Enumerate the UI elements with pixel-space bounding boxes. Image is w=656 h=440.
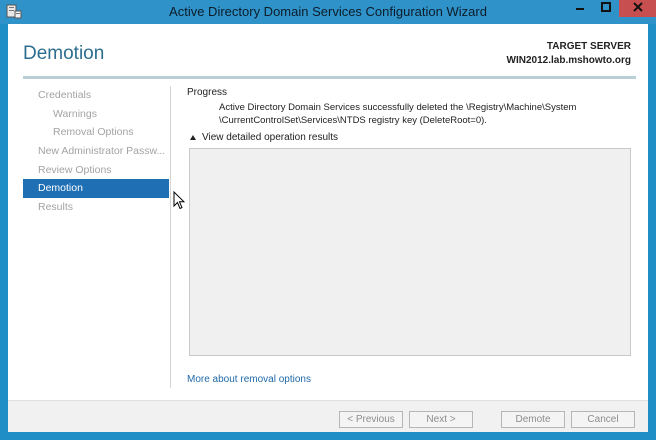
more-about-removal-link[interactable]: More about removal options xyxy=(187,374,311,385)
nav-item-credentials[interactable]: Credentials xyxy=(23,86,169,105)
title-bar[interactable]: Active Directory Domain Services Configu… xyxy=(0,0,656,24)
header-divider xyxy=(23,76,636,79)
progress-message-line1: Active Directory Domain Services success… xyxy=(219,102,577,113)
target-server-label: TARGET SERVER xyxy=(546,41,631,52)
close-button[interactable] xyxy=(619,0,656,17)
wizard-nav: Credentials Warnings Removal Options New… xyxy=(23,86,169,217)
mouse-pointer-icon xyxy=(173,190,186,210)
nav-item-new-admin-password[interactable]: New Administrator Passw... xyxy=(23,142,169,161)
wizard-footer: < Previous Next > Demote Cancel xyxy=(8,400,648,432)
nav-item-results[interactable]: Results xyxy=(23,198,169,217)
page-title: Demotion xyxy=(23,43,105,64)
nav-item-removal-options[interactable]: Removal Options xyxy=(23,123,169,142)
nav-divider xyxy=(170,86,171,388)
progress-message: Active Directory Domain Services success… xyxy=(219,101,639,127)
chevron-up-icon xyxy=(190,135,196,140)
minimize-icon xyxy=(575,2,585,15)
next-button[interactable]: Next > xyxy=(409,411,473,428)
view-details-label: View detailed operation results xyxy=(202,132,339,143)
nav-item-warnings[interactable]: Warnings xyxy=(23,105,169,124)
close-icon xyxy=(632,2,643,15)
cancel-button[interactable]: Cancel xyxy=(571,411,635,428)
previous-button[interactable]: < Previous xyxy=(339,411,403,428)
wizard-client-area: Demotion TARGET SERVER WIN2012.lab.mshow… xyxy=(8,24,648,432)
minimize-button[interactable] xyxy=(567,0,593,17)
nav-item-demotion[interactable]: Demotion xyxy=(23,179,169,199)
demote-button[interactable]: Demote xyxy=(501,411,565,428)
wizard-window: Active Directory Domain Services Configu… xyxy=(0,0,656,440)
progress-message-line2: \CurrentControlSet\Services\NTDS registr… xyxy=(219,115,487,126)
window-title: Active Directory Domain Services Configu… xyxy=(169,4,487,19)
maximize-icon xyxy=(601,2,611,15)
target-server-name: WIN2012.lab.mshowto.org xyxy=(506,55,631,66)
nav-item-review-options[interactable]: Review Options xyxy=(23,161,169,180)
maximize-button[interactable] xyxy=(593,0,619,17)
progress-heading: Progress xyxy=(187,87,228,98)
view-details-toggle[interactable]: View detailed operation results xyxy=(190,132,338,143)
detailed-results-box[interactable] xyxy=(189,148,631,356)
